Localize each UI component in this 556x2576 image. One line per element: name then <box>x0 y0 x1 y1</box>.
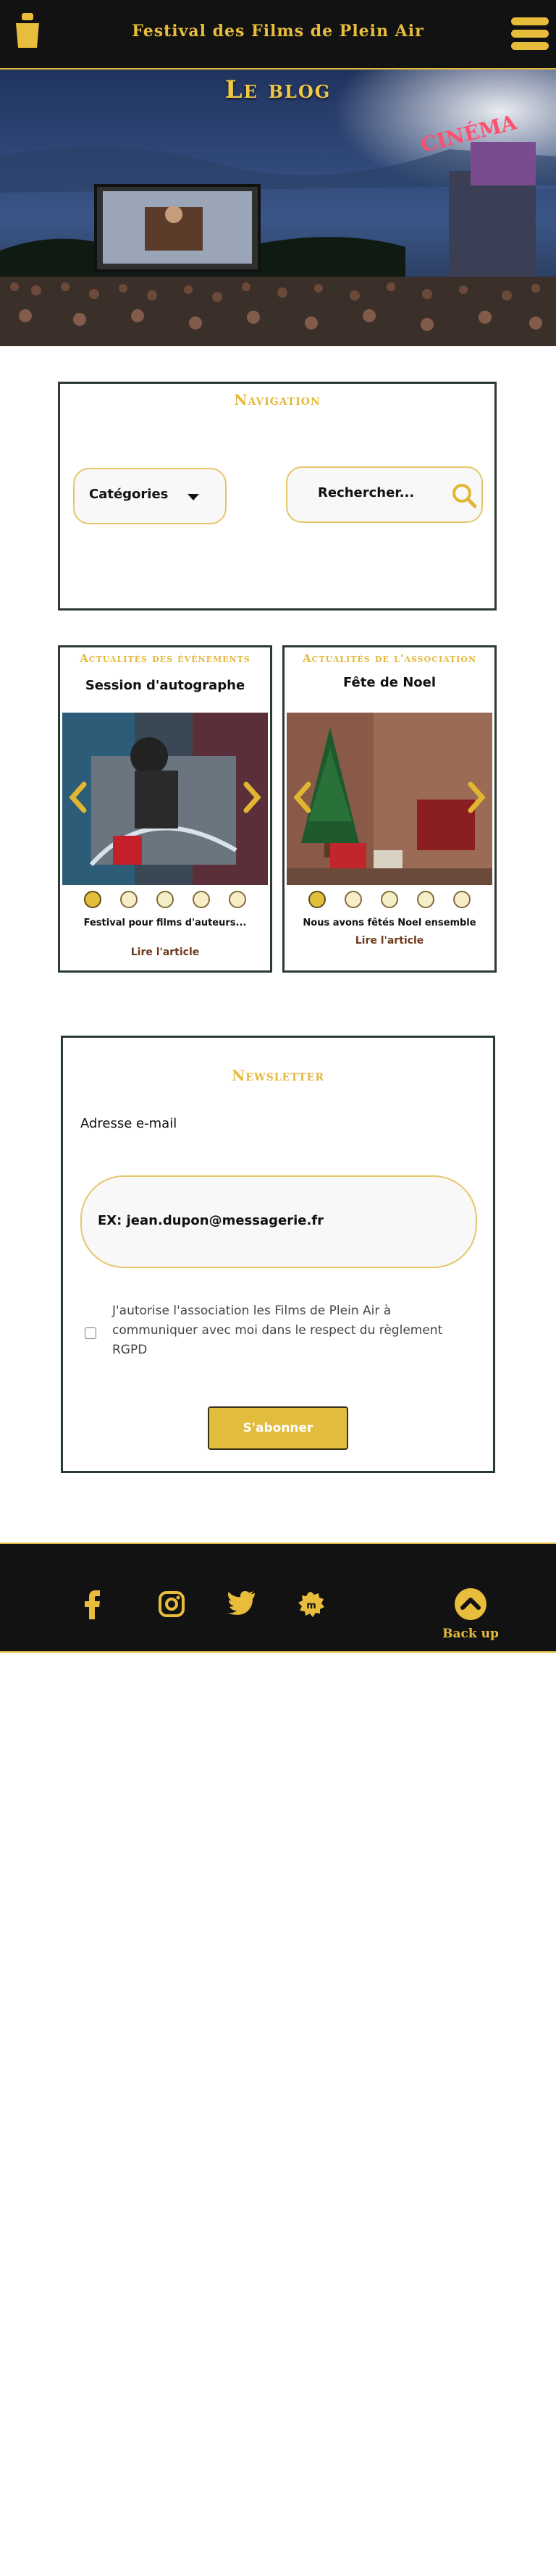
card-caption: Festival pour films d'auteurs... <box>83 918 247 928</box>
chevron-left-icon[interactable] <box>68 781 88 813</box>
association-news-card: Actualités de l'association Fête de Noel… <box>282 645 497 973</box>
chevron-right-icon[interactable] <box>242 781 262 813</box>
newsletter-panel: Newsletter Adresse e-mail EX: jean.dupon… <box>61 1036 495 1473</box>
navigation-title: Navigation <box>234 391 321 408</box>
carousel-dot[interactable] <box>345 891 362 908</box>
back-up-button[interactable]: Back up <box>434 1587 507 1641</box>
events-news-card: Actualités des évènements Session d'auto… <box>58 645 272 973</box>
hero-banner: CINÉMA Le blog <box>0 70 556 346</box>
chevron-right-icon[interactable] <box>466 781 486 813</box>
email-placeholder: EX: jean.dupon@messagerie.fr <box>98 1213 324 1228</box>
read-article-link[interactable]: Lire l'article <box>285 935 494 947</box>
back-up-label: Back up <box>442 1627 499 1641</box>
messagerie-icon[interactable]: m <box>297 1590 326 1619</box>
search-icon[interactable] <box>450 481 479 510</box>
carousel-dot[interactable] <box>120 891 138 908</box>
caret-down-icon <box>188 494 199 500</box>
hero-image: CINÉMA <box>0 70 556 346</box>
card-subtitle: Session d'autographe <box>85 678 245 693</box>
carousel-dot[interactable] <box>308 891 326 908</box>
twitter-icon[interactable] <box>227 1590 256 1615</box>
navigation-panel: Navigation Catégories Rechercher... <box>58 382 497 611</box>
arrow-up-circle-icon <box>455 1588 486 1620</box>
categories-label: Catégories <box>89 487 169 502</box>
carousel-dot[interactable] <box>193 891 210 908</box>
consent-checkbox[interactable] <box>85 1327 96 1339</box>
card-caption: Nous avons fêtés Noel ensemble <box>303 918 476 928</box>
page-title: Le blog <box>224 75 332 104</box>
search-placeholder: Rechercher... <box>318 485 415 500</box>
carousel-dots <box>285 891 494 908</box>
svg-text:m: m <box>306 1600 316 1611</box>
consent-text: J'autorise l'association les Films de Pl… <box>112 1304 443 1357</box>
site-footer: m Back up <box>0 1543 556 1653</box>
card-subtitle: Fête de Noel <box>342 675 437 690</box>
email-field[interactable]: EX: jean.dupon@messagerie.fr <box>80 1175 477 1268</box>
carousel-dots <box>60 891 270 908</box>
card-title: Actualités de l'association <box>302 652 477 665</box>
carousel-image[interactable] <box>62 713 268 885</box>
carousel-dot[interactable] <box>417 891 434 908</box>
email-label: Adresse e-mail <box>80 1116 177 1131</box>
read-article-link[interactable]: Lire l'article <box>60 947 270 958</box>
chevron-left-icon[interactable] <box>292 781 313 813</box>
instagram-icon[interactable] <box>158 1590 185 1618</box>
subscribe-button[interactable]: S'abonner <box>208 1406 348 1450</box>
newsletter-title: Newsletter <box>232 1067 324 1084</box>
carousel-dot[interactable] <box>156 891 174 908</box>
hamburger-menu-icon[interactable] <box>511 17 549 54</box>
site-title[interactable]: Festival des Films de Plein Air <box>0 22 556 41</box>
card-title: Actualités des évènements <box>80 652 250 665</box>
facebook-icon[interactable] <box>84 1590 101 1619</box>
carousel-dot[interactable] <box>453 891 471 908</box>
carousel-image[interactable] <box>287 713 492 885</box>
carousel-dot[interactable] <box>381 891 398 908</box>
carousel-dot[interactable] <box>229 891 246 908</box>
categories-dropdown[interactable]: Catégories <box>73 468 227 524</box>
search-input[interactable]: Rechercher... <box>286 466 483 523</box>
carousel-dot[interactable] <box>84 891 101 908</box>
site-header: Festival des Films de Plein Air <box>0 0 556 70</box>
